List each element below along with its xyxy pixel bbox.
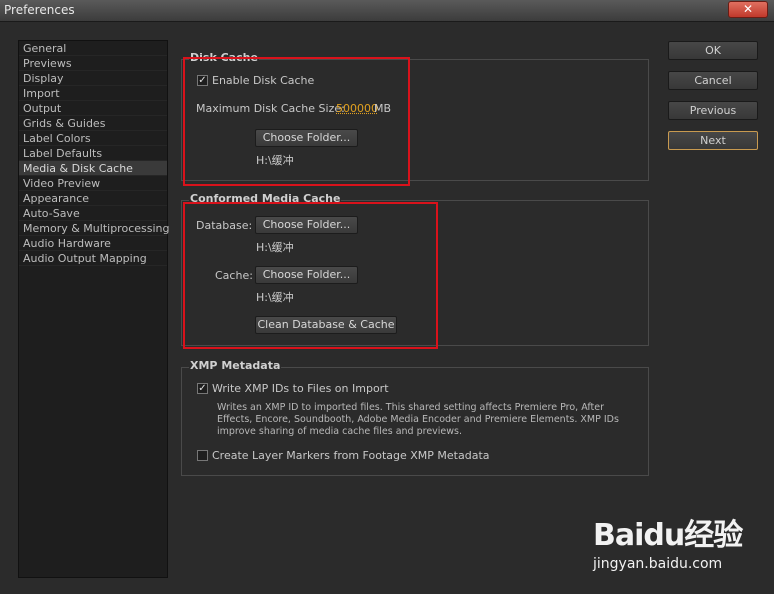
- close-button[interactable]: ✕: [728, 1, 768, 18]
- next-button[interactable]: Next: [668, 131, 758, 150]
- sidebar-item[interactable]: Video Preview: [19, 176, 167, 191]
- sidebar-item[interactable]: Auto-Save: [19, 206, 167, 221]
- database-choose-folder-button[interactable]: Choose Folder...: [255, 216, 358, 234]
- sidebar-item[interactable]: Label Colors: [19, 131, 167, 146]
- max-cache-size-label: Maximum Disk Cache Size:: [196, 102, 345, 115]
- preferences-sidebar: General Previews Display Import Output Grids …: [18, 40, 169, 578]
- disk-cache-choose-folder-button[interactable]: Choose Folder...: [255, 129, 358, 147]
- database-path: H:\缓冲: [256, 241, 294, 254]
- sidebar-item[interactable]: Media & Disk Cache: [19, 161, 167, 176]
- layer-markers-label: Create Layer Markers from Footage XMP Me…: [212, 449, 490, 462]
- sidebar-item[interactable]: Appearance: [19, 191, 167, 206]
- sidebar-item[interactable]: Display: [19, 71, 167, 86]
- title-bar: Preferences ✕: [0, 0, 774, 22]
- write-xmp-ids-label: Write XMP IDs to Files on Import: [212, 382, 389, 395]
- sidebar-item[interactable]: Memory & Multiprocessing: [19, 221, 169, 236]
- sidebar-item[interactable]: Audio Hardware: [19, 236, 167, 251]
- disk-cache-title: Disk Cache: [189, 51, 259, 64]
- conformed-media-cache-title: Conformed Media Cache: [189, 192, 342, 205]
- cache-choose-folder-button[interactable]: Choose Folder...: [255, 266, 358, 284]
- window-title: Preferences: [4, 3, 75, 17]
- sidebar-item[interactable]: Audio Output Mapping: [19, 251, 167, 266]
- xmp-description: Writes an XMP ID to imported files. This…: [217, 402, 619, 437]
- enable-disk-cache-label: Enable Disk Cache: [212, 74, 315, 87]
- clean-database-cache-button[interactable]: Clean Database & Cache: [255, 316, 397, 334]
- previous-button[interactable]: Previous: [668, 101, 758, 120]
- cancel-button[interactable]: Cancel: [668, 71, 758, 90]
- max-cache-size-value[interactable]: 500000: [336, 102, 378, 115]
- sidebar-item[interactable]: Previews: [19, 56, 167, 71]
- cache-path: H:\缓冲: [256, 291, 294, 304]
- layer-markers-checkbox[interactable]: [197, 450, 208, 461]
- sidebar-item[interactable]: Output: [19, 101, 167, 116]
- xmp-metadata-title: XMP Metadata: [189, 359, 282, 372]
- sidebar-item[interactable]: Import: [19, 86, 167, 101]
- ok-button[interactable]: OK: [668, 41, 758, 60]
- enable-disk-cache-checkbox[interactable]: ✓: [197, 75, 208, 86]
- sidebar-item[interactable]: General: [19, 41, 167, 56]
- disk-cache-path: H:\缓冲: [256, 154, 294, 167]
- sidebar-item[interactable]: Grids & Guides: [19, 116, 167, 131]
- baidu-logo: Baidu经验: [593, 518, 743, 553]
- database-label: Database:: [196, 219, 253, 232]
- max-cache-size-unit: MB: [374, 102, 392, 115]
- baidu-watermark: Baidu经验 jingyan.baidu.com: [593, 510, 743, 572]
- sidebar-item[interactable]: Label Defaults: [19, 146, 167, 161]
- write-xmp-ids-checkbox[interactable]: ✓: [197, 383, 208, 394]
- watermark-url: jingyan.baidu.com: [593, 556, 723, 572]
- cache-label: Cache:: [215, 269, 253, 282]
